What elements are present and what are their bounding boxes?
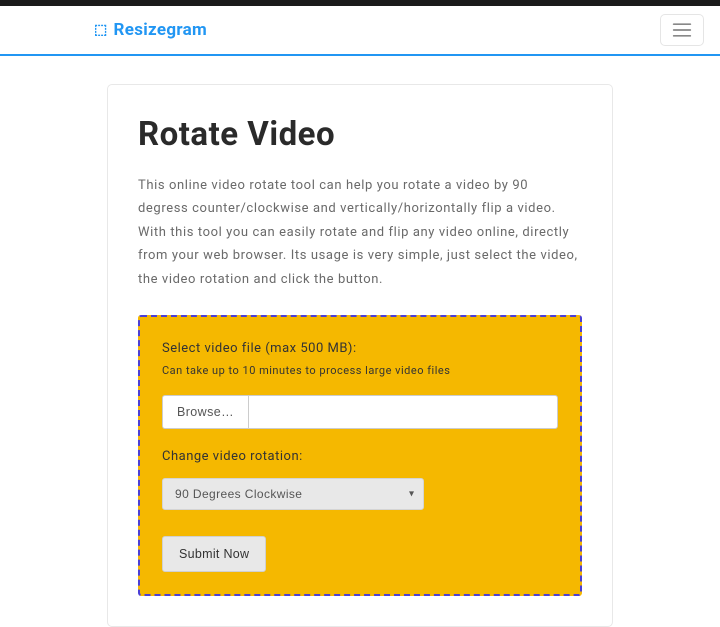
file-processing-hint: Can take up to 10 minutes to process lar… [162,364,558,377]
file-path-input[interactable] [248,395,558,429]
rotation-label: Change video rotation: [162,449,558,464]
page-title: Rotate Video [138,115,582,154]
brand-icon: ⬚ [94,22,108,38]
upload-form-panel: Select video file (max 500 MB): Can take… [138,315,582,596]
file-select-label: Select video file (max 500 MB): [162,341,558,356]
menu-toggle-button[interactable] [660,14,704,46]
brand-text: Resizegram [114,20,208,40]
main-container: Rotate Video This online video rotate to… [0,56,720,627]
page-description: This online video rotate tool can help y… [138,174,582,291]
content-card: Rotate Video This online video rotate to… [107,84,613,627]
rotation-select-wrapper: 90 Degrees Clockwise ▾ [162,478,424,510]
hamburger-icon [672,22,692,38]
brand-link[interactable]: ⬚ Resizegram [16,20,207,40]
navbar: ⬚ Resizegram [0,6,720,56]
submit-button[interactable]: Submit Now [162,536,266,572]
file-input-group: Browse… [162,395,558,429]
browse-button[interactable]: Browse… [162,395,248,429]
rotation-select[interactable]: 90 Degrees Clockwise [162,478,424,510]
